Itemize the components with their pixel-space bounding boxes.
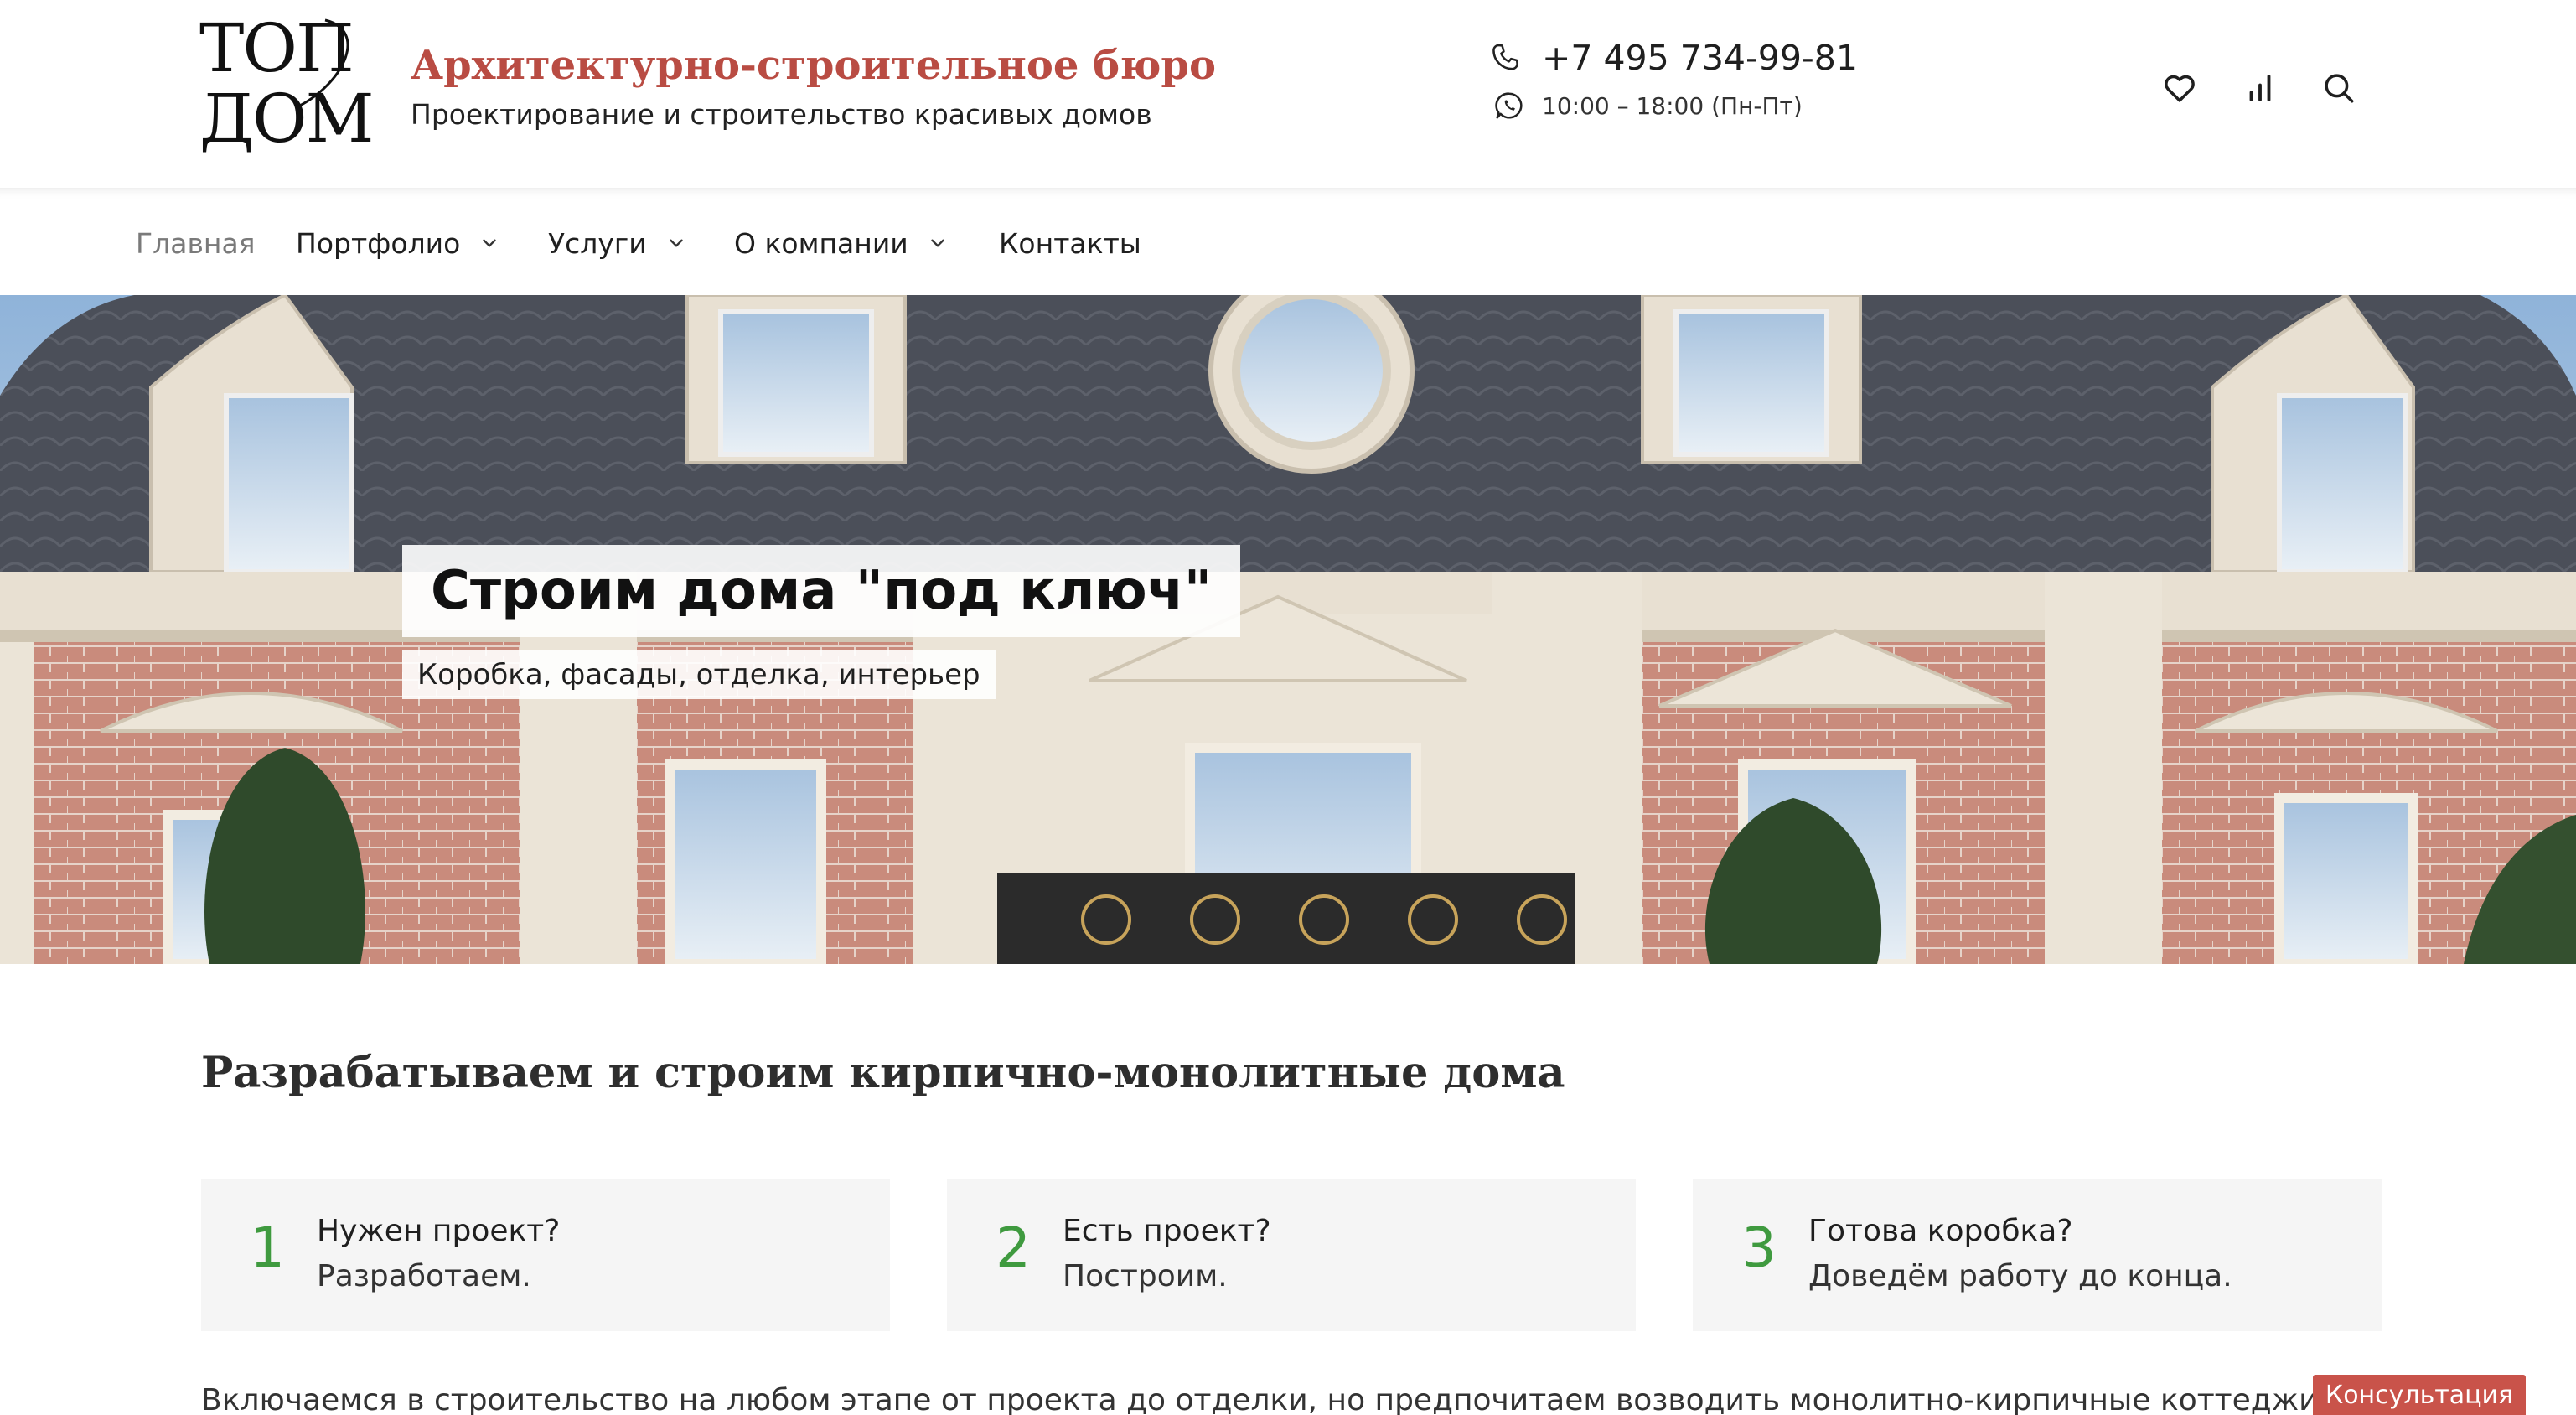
hero-banner: Строим дома "под ключ" Коробка, фасады, … bbox=[0, 295, 2576, 964]
compare-icon bbox=[2249, 75, 2271, 101]
site-header: ТОП ДОМ Архитектурно-строительное бюро П… bbox=[0, 0, 2576, 188]
nav-item-label: Услуги bbox=[548, 226, 647, 260]
step-question: Есть проект? bbox=[1063, 1214, 1271, 1248]
phone-icon bbox=[1492, 44, 1518, 70]
step-question: Нужен проект? bbox=[317, 1214, 561, 1248]
step-card: 1 Нужен проект? Разработаем. bbox=[201, 1179, 890, 1331]
hero-title-box: Строим дома "под ключ" bbox=[402, 545, 1241, 637]
hero-subtitle-box: Коробка, фасады, отделка, интерьер bbox=[402, 650, 996, 699]
nav-item-contacts[interactable]: Контакты bbox=[999, 225, 1141, 262]
nav-item-about[interactable]: О компании bbox=[734, 225, 949, 262]
step-answer: Построим. bbox=[1063, 1259, 1228, 1293]
logo[interactable]: ТОП ДОМ bbox=[199, 13, 379, 158]
hero-house-image bbox=[0, 295, 2576, 964]
chevron-down-icon bbox=[931, 239, 944, 247]
nav-item-home[interactable]: Главная bbox=[136, 225, 256, 262]
section-title: Разрабатываем и строим кирпично-монолитн… bbox=[201, 1048, 1565, 1098]
brand-subtitle: Проектирование и строительство красивых … bbox=[411, 98, 1152, 131]
chevron-down-icon bbox=[483, 239, 497, 247]
logo-swash bbox=[299, 18, 349, 107]
hours-text: 10:00 – 18:00 (Пн-Пт) bbox=[1542, 91, 1803, 120]
consultation-button[interactable]: Консультация bbox=[2313, 1375, 2526, 1415]
nav-item-label: Портфолио bbox=[296, 226, 461, 260]
heart-icon bbox=[2165, 75, 2195, 102]
hero-subtitle: Коробка, фасады, отделка, интерьер bbox=[417, 658, 980, 692]
step-number: 1 bbox=[250, 1215, 285, 1280]
nav-item-services[interactable]: Услуги bbox=[548, 225, 687, 262]
step-answer: Разработаем. bbox=[317, 1259, 531, 1293]
nav-item-label: Контакты bbox=[999, 226, 1141, 260]
phone-number: +7 495 734-99-81 bbox=[1542, 38, 1858, 78]
main-nav: Главная Портфолио Услуги О компании Конт… bbox=[0, 188, 2576, 295]
hero-title: Строим дома "под ключ" bbox=[431, 560, 1213, 622]
search-icon bbox=[2325, 74, 2354, 103]
nav-item-label: Главная bbox=[136, 226, 256, 260]
intro-paragraph: Включаемся в строительство на любом этап… bbox=[201, 1383, 2313, 1415]
step-number: 2 bbox=[996, 1215, 1031, 1280]
step-number: 3 bbox=[1741, 1215, 1777, 1280]
chevron-down-icon bbox=[669, 239, 683, 247]
whatsapp-icon bbox=[1495, 92, 1523, 119]
favorites-button[interactable] bbox=[2160, 69, 2199, 107]
working-hours[interactable]: 10:00 – 18:00 (Пн-Пт) bbox=[1493, 87, 1803, 124]
step-answer: Доведём работу до конца. bbox=[1808, 1259, 2232, 1293]
search-button[interactable] bbox=[2320, 69, 2358, 107]
nav-item-label: О компании bbox=[734, 226, 908, 260]
brand-title: Архитектурно-строительное бюро bbox=[411, 42, 1216, 89]
step-question: Готова коробка? bbox=[1808, 1214, 2073, 1248]
step-card: 3 Готова коробка? Доведём работу до конц… bbox=[1693, 1179, 2382, 1331]
phone-link[interactable]: +7 495 734-99-81 bbox=[1490, 37, 1858, 79]
step-card: 2 Есть проект? Построим. bbox=[947, 1179, 1636, 1331]
nav-item-portfolio[interactable]: Портфолио bbox=[296, 225, 500, 262]
compare-button[interactable] bbox=[2241, 69, 2279, 107]
